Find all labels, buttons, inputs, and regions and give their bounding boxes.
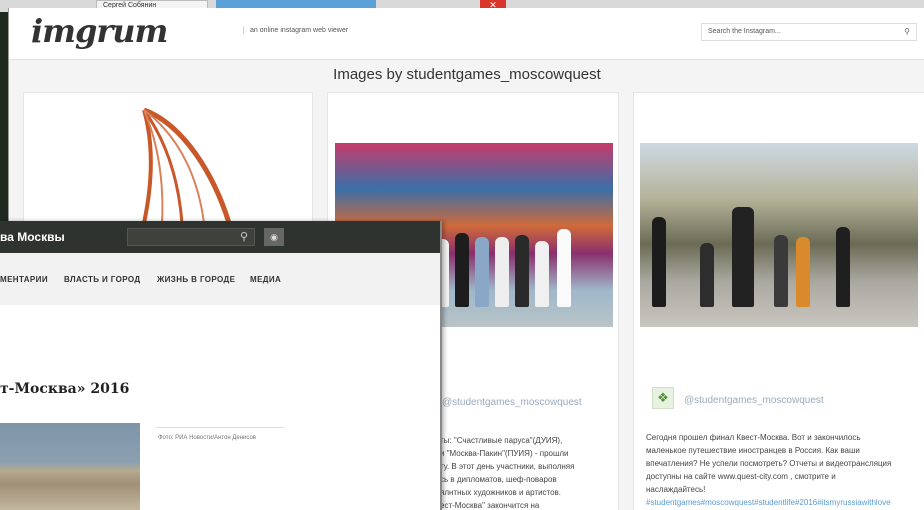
page-title: Images by studentgames_moscowquest (333, 66, 601, 83)
post-caption: Сегодня прошел финал Квест-Москва. Вот и… (646, 433, 892, 494)
photo-credit: Фото: РИА Новости/Антон Денисов (158, 435, 256, 441)
site-header: imgrum an online instagram web viewer Se… (9, 8, 924, 60)
post-username[interactable]: @studentgames_moscowquest (442, 397, 582, 408)
search-icon[interactable]: ⚲ (240, 230, 248, 243)
news-window: ва Москвы ⚲ ◉ МЕНТАРИИ ВЛАСТЬ И ГОРОД ЖИ… (0, 221, 442, 510)
nav-item-life[interactable]: ЖИЗНЬ В ГОРОДЕ (157, 275, 235, 284)
nav-item-comments[interactable]: МЕНТАРИИ (0, 275, 48, 284)
post-image[interactable] (640, 143, 918, 327)
background-sidebar (0, 12, 8, 222)
news-header: ва Москвы ⚲ ◉ (0, 221, 440, 253)
post-hashtags[interactable]: #studentgames#moscowquest#studentlife#20… (646, 496, 922, 509)
desktop: Сергей Собянин ✕ imgrum an online instag… (0, 0, 924, 510)
search-input[interactable]: Search the Instagram... ⚲ (701, 23, 917, 41)
site-logo[interactable]: imgrum (31, 12, 168, 50)
news-nav: МЕНТАРИИ ВЛАСТЬ И ГОРОД ЖИЗНЬ В ГОРОДЕ М… (0, 253, 440, 305)
site-tagline: an online instagram web viewer (243, 27, 348, 34)
article-image[interactable] (0, 423, 140, 510)
post-caption: ты: "Счастливые паруса"(ДУИЯ), и "Москва… (440, 436, 575, 510)
search-placeholder: Search the Instagram... (708, 28, 781, 35)
news-site-title[interactable]: ва Москвы (0, 230, 65, 244)
avatar[interactable]: ❖ (652, 387, 674, 409)
search-icon[interactable]: ⚲ (904, 24, 910, 40)
post-username[interactable]: @studentgames_moscowquest (684, 395, 824, 406)
divider (156, 427, 284, 428)
rss-icon[interactable]: ◉ (264, 228, 284, 246)
post-card[interactable]: ❖ @studentgames_moscowquest Сегодня прош… (633, 92, 924, 510)
post-image[interactable] (114, 105, 234, 225)
article-headline: т-Москва» 2016 (0, 381, 130, 397)
news-search-input[interactable]: ⚲ (127, 228, 255, 246)
nav-item-media[interactable]: МЕДИА (250, 275, 281, 284)
nav-item-power[interactable]: ВЛАСТЬ И ГОРОД (64, 275, 140, 284)
